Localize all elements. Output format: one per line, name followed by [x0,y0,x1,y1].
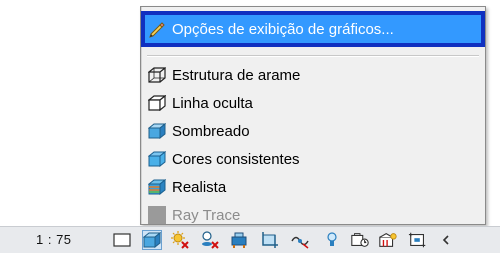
analytical-model-icon[interactable] [378,230,398,250]
menu-item-label: Linha oculta [172,94,253,112]
hidden-line-cube-icon [147,93,167,113]
sun-path-icon[interactable] [170,230,190,250]
menu-item-realistic[interactable]: Realista [145,174,481,200]
view-scale[interactable]: 1 : 75 [36,232,72,247]
menu-item-consistent-colors[interactable]: Cores consistentes [145,146,481,172]
menu-item-graphic-display-options[interactable]: Opções de exibição de gráficos... [141,11,485,47]
view-control-bar: 1 : 75 [0,226,500,253]
visual-style-cube-icon[interactable] [142,230,162,250]
reveal-hidden-icon[interactable] [350,230,370,250]
wireframe-cube-icon [147,65,167,85]
menu-item-label: Sombreado [172,122,250,140]
ray-trace-icon [147,205,167,225]
menu-item-label: Estrutura de arame [172,66,301,84]
visual-style-menu: Opções de exibição de gráficos... Estrut… [140,6,486,225]
crop-view-icon[interactable] [260,230,280,250]
pencil-icon [147,19,167,39]
menu-item-wireframe[interactable]: Estrutura de arame [145,62,481,88]
collapse-arrow-icon[interactable] [436,230,456,250]
shaded-cube-icon [147,121,167,141]
menu-item-label: Realista [172,178,227,196]
menu-separator [147,55,479,57]
detail-level-icon[interactable] [112,230,132,250]
menu-item-hidden-line[interactable]: Linha oculta [145,90,481,116]
consistent-colors-cube-icon [147,149,167,169]
render-icon[interactable] [230,230,250,250]
show-crop-icon[interactable] [290,230,310,250]
menu-item-shaded[interactable]: Sombreado [145,118,481,144]
shadows-icon[interactable] [200,230,220,250]
menu-item-label: Cores consistentes [172,150,300,168]
menu-item-ray-trace[interactable]: Ray Trace [145,202,481,228]
highlight-displacement-icon[interactable] [408,230,428,250]
menu-item-label: Ray Trace [172,206,241,224]
menu-item-label: Opções de exibição de gráficos... [172,20,394,38]
temporary-hide-icon[interactable] [322,230,342,250]
realistic-cube-icon [147,177,167,197]
